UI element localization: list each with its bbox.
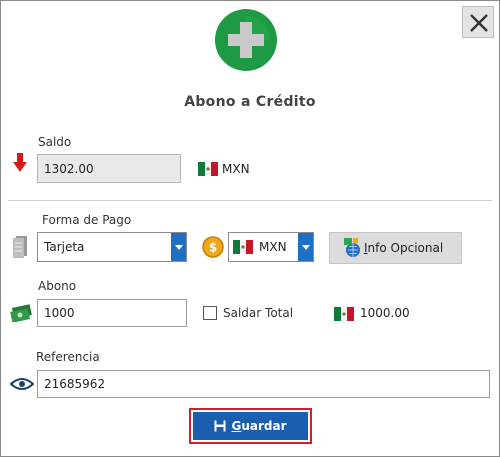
floppy-disk-icon [214,420,226,432]
save-button[interactable]: Guardar [193,412,308,440]
abono-input[interactable]: 1000 [37,299,187,327]
coin-icon: $ [202,236,224,258]
close-button[interactable] [462,6,494,38]
close-icon [470,14,488,32]
saldo-field: 1302.00 [37,154,181,183]
money-icon [10,304,32,322]
referencia-input[interactable]: 21685962 [37,370,490,398]
mexico-flag-icon [233,240,253,254]
currency-value: MXN [259,240,287,254]
abono-value: 1000 [44,306,75,320]
forma-pago-label: Forma de Pago [42,213,132,227]
saldo-currency: MXN [222,162,250,176]
referencia-value: 21685962 [44,377,106,391]
arrow-down-icon [13,153,27,172]
plus-circle-icon [215,9,277,71]
saldar-total-checkbox[interactable] [203,306,217,320]
mexico-flag-icon [334,306,354,321]
dialog-title: Abono a Crédito [184,94,316,110]
save-label: Guardar [231,419,287,433]
save-button-focus-ring: Guardar [189,408,312,444]
eye-icon [10,378,34,390]
chevron-down-icon [171,233,186,261]
currency-select[interactable]: MXN [228,232,314,262]
info-globe-icon [344,238,360,257]
svg-text:$: $ [209,241,217,255]
abono-credito-dialog: Abono a Crédito Saldo 1302.00 MXN Forma … [0,0,500,457]
chevron-down-icon [298,233,313,261]
saldar-total-label: Saldar Total [223,306,294,320]
mexico-flag-icon [198,161,218,176]
total-amount: 1000.00 [360,306,410,320]
forma-pago-value: Tarjeta [44,240,85,254]
saldo-value: 1302.00 [44,161,94,176]
info-opcional-label: Info Opcional [364,241,444,255]
abono-label: Abono [38,279,77,293]
saldo-label: Saldo [38,135,72,149]
forma-pago-select[interactable]: Tarjeta [37,232,187,262]
document-stack-icon [13,236,27,258]
info-opcional-button[interactable]: Info Opcional [329,232,462,264]
referencia-label: Referencia [36,350,100,364]
section-divider [8,200,492,201]
